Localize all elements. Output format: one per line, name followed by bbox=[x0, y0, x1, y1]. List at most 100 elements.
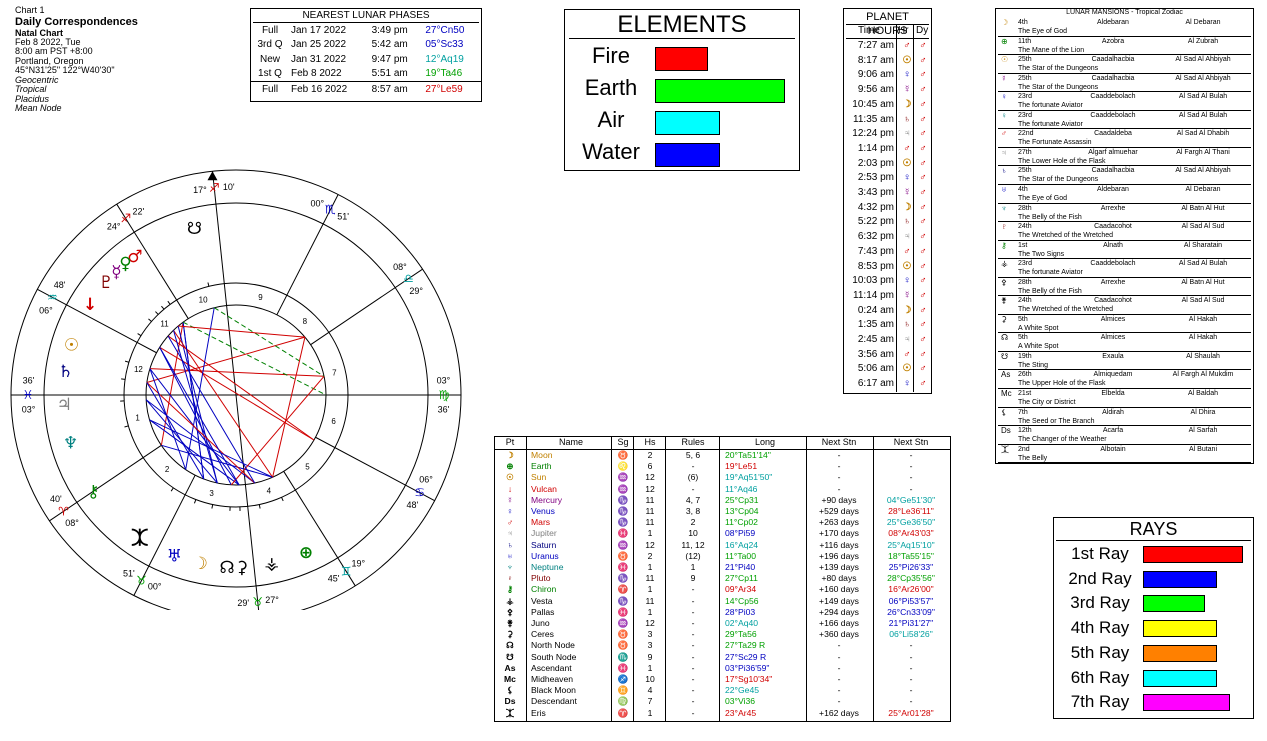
planet-glyph-icon: ⚳ bbox=[236, 558, 248, 578]
day-ruler-icon: ♂ bbox=[919, 142, 927, 154]
mansion-number: 27th bbox=[1018, 148, 1032, 156]
hour-ruler-icon: ♂ bbox=[903, 40, 911, 51]
planet-name: Venus bbox=[531, 506, 555, 516]
planet-table-header: Pt Name Sg Hs Rules Long Next Stn Next S… bbox=[495, 437, 950, 450]
cusp-minutes: 29' bbox=[237, 598, 249, 608]
mansion-number: 12th bbox=[1018, 427, 1032, 435]
planet-sign-icon: ♒ bbox=[617, 483, 629, 494]
mansion-number: 4th bbox=[1018, 185, 1028, 193]
day-ruler-icon: ♂ bbox=[919, 363, 927, 375]
planet-row: ♃ Jupiter ♓ 1 10 08°Pi59 +170 days 08°Ar43'03" bbox=[495, 528, 950, 539]
planet-row: Mc Midheaven ♐ 10 - 17°Sg10'34" - - bbox=[495, 674, 950, 685]
hour-ruler-icon: ♄ bbox=[903, 216, 911, 228]
planet-house: 1 bbox=[647, 606, 653, 617]
element-bar bbox=[655, 111, 720, 135]
hour-time: 2:53 pm bbox=[857, 172, 894, 184]
mansion-number: 21st bbox=[1018, 390, 1032, 397]
hour-time: 0:24 am bbox=[857, 304, 894, 316]
planet-name: Vesta bbox=[531, 595, 553, 606]
mansion-number: 24th bbox=[1018, 223, 1032, 231]
mansion-name: Albotain bbox=[1100, 445, 1126, 453]
planet-next-station-pos: 28°Cp35'56" bbox=[887, 573, 935, 584]
mansion-row: ♅ 4th Aldebaran Al Debaran The Eye of God bbox=[998, 185, 1251, 204]
planet-rules: - bbox=[691, 483, 695, 494]
planet-sign-icon: ♉ bbox=[617, 550, 629, 561]
mansion-description: The Changer of the Weather bbox=[1018, 436, 1107, 444]
ray-bar bbox=[1143, 546, 1243, 563]
lunar-phase-row: Full Jan 17 2022 3:49 pm 27°Cn50 bbox=[251, 23, 481, 38]
planet-icon: As bbox=[504, 662, 516, 673]
mansion-name: Arrexhe bbox=[1100, 204, 1126, 212]
mansion-row: ⚴ 28th Arrexhe Al Batn Al Hut The Belly of t… bbox=[998, 278, 1251, 297]
planet-next-station-pos: 18°Ta55'15" bbox=[888, 550, 934, 561]
hour-time: 5:06 am bbox=[857, 363, 894, 375]
mansion-planet-icon: ♄ bbox=[1001, 166, 1007, 176]
planet-rules: - bbox=[691, 685, 695, 696]
planet-next-station-pos: - bbox=[909, 685, 913, 696]
planet-row: ⚸ Black Moon ♊ 4 - 22°Ge45 - - bbox=[495, 685, 950, 696]
cusp-minutes: 51' bbox=[337, 212, 349, 222]
element-label: Water bbox=[582, 139, 640, 164]
mansion-description: The City or District bbox=[1018, 399, 1076, 406]
hour-time: 7:27 am bbox=[857, 40, 894, 51]
house-number: 3 bbox=[209, 489, 214, 498]
cusp-minutes: 22' bbox=[132, 206, 144, 216]
planet-icon: ♃ bbox=[506, 528, 514, 539]
mansion-arabic: Al Hakah bbox=[1188, 334, 1218, 342]
planet-next-station: - bbox=[837, 483, 841, 494]
hour-ruler-icon: ♀ bbox=[903, 275, 911, 287]
planet-table: Pt Name Sg Hs Rules Long Next Stn Next S… bbox=[494, 436, 951, 722]
planet-name: Ascendant bbox=[531, 662, 572, 673]
mansion-planet-icon: ☿ bbox=[1001, 73, 1007, 83]
cusp-minutes: 40' bbox=[50, 494, 62, 504]
phase-time: 5:42 am bbox=[371, 39, 408, 51]
mansion-number: 19th bbox=[1018, 352, 1032, 360]
cusp-sign-icon: ♒ bbox=[47, 290, 58, 304]
house-number: 1 bbox=[135, 414, 140, 423]
planet-next-station-pos: - bbox=[909, 696, 913, 707]
lunar-phases-title: NEAREST LUNAR PHASES bbox=[253, 10, 479, 23]
planet-row: ↓ Vulcan ♒ 12 - 11°Aq46 - - bbox=[495, 484, 950, 495]
col-hr: Hr bbox=[898, 25, 909, 36]
planet-house: 9 bbox=[647, 651, 653, 662]
ray-label: 3rd Ray bbox=[1070, 593, 1130, 613]
mansion-description: A White Spot bbox=[1018, 343, 1059, 351]
ray-row: 4th Ray bbox=[1054, 616, 1253, 641]
planet-longitude: 16°Aq24 bbox=[725, 539, 759, 550]
planet-name: Sun bbox=[531, 472, 547, 483]
planet-rules: - bbox=[691, 640, 695, 651]
mansion-number: 24th bbox=[1018, 297, 1032, 305]
planet-longitude: 25°Cp31 bbox=[725, 494, 759, 505]
hour-ruler-icon: ♂ bbox=[903, 245, 911, 257]
planet-next-station: - bbox=[837, 651, 841, 662]
aspect-line bbox=[173, 330, 218, 484]
hour-time: 5:22 pm bbox=[857, 216, 894, 228]
planet-house: 11 bbox=[645, 573, 655, 584]
mansion-name: Aldebaran bbox=[1097, 19, 1129, 26]
rays-title: RAYS bbox=[1056, 518, 1251, 541]
planet-name: Saturn bbox=[531, 539, 557, 550]
planet-icon: ↓ bbox=[507, 483, 513, 494]
planet-longitude: 19°Le51 bbox=[725, 461, 758, 472]
element-bar bbox=[655, 47, 708, 71]
planet-row: ♅ Uranus ♉ 2 (12) 11°Ta00 +196 days 18°Ta55'15" bbox=[495, 551, 950, 562]
mansion-planet-icon: ☊ bbox=[1001, 333, 1009, 343]
mansion-description: The Two Signs bbox=[1018, 250, 1065, 258]
ray-label: 4th Ray bbox=[1070, 618, 1130, 638]
mansion-row: Ds 12th Acarfa Al Sarfah The Changer of the … bbox=[998, 426, 1251, 445]
elements-title: ELEMENTS bbox=[569, 10, 795, 39]
house-number: 10 bbox=[199, 296, 208, 305]
planet-rules: - bbox=[691, 595, 695, 606]
phase-time: 8:57 am bbox=[369, 81, 424, 97]
hour-ruler-icon: ☉ bbox=[902, 157, 912, 169]
planet-next-station: - bbox=[837, 662, 841, 673]
cusp-degree: 03° bbox=[437, 375, 451, 385]
planet-sign-icon: ♊ bbox=[617, 685, 629, 696]
aspect-line bbox=[161, 444, 273, 478]
mansion-arabic: Al Sharatain bbox=[1183, 241, 1223, 249]
hour-time: 2:45 am bbox=[857, 334, 894, 345]
mansion-number: 5th bbox=[1018, 315, 1028, 323]
planet-house: 1 bbox=[647, 528, 653, 539]
planet-next-station-pos: 26°Cn33'09" bbox=[887, 606, 935, 617]
mansion-number: 5th bbox=[1018, 334, 1028, 342]
